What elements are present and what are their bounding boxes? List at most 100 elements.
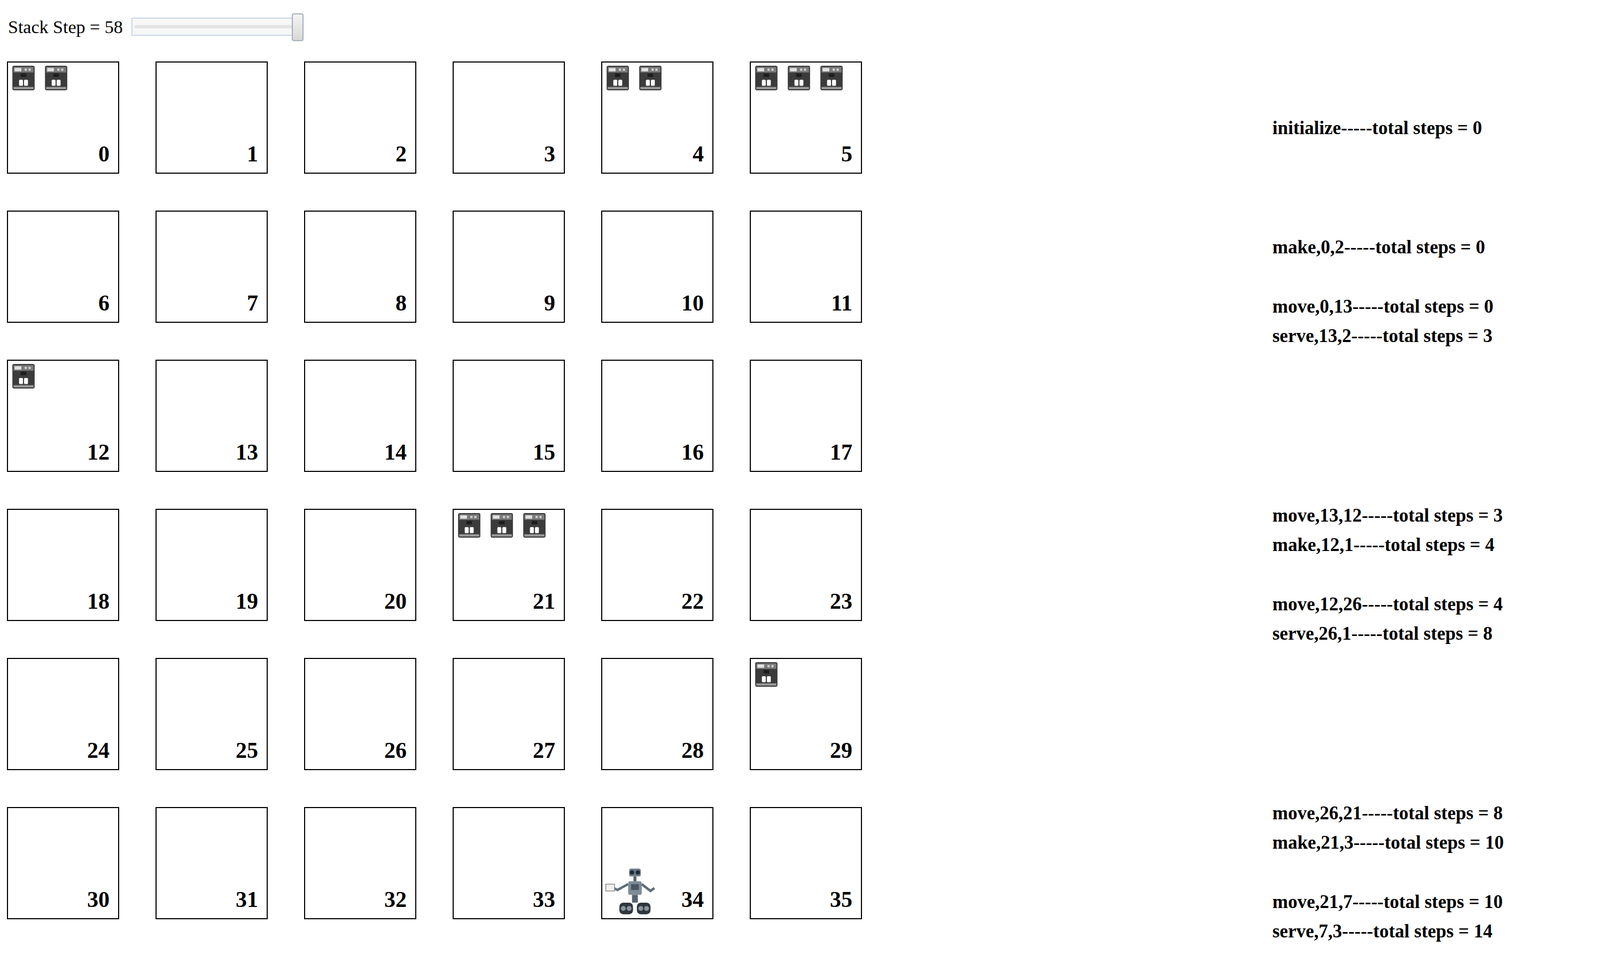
machine-row — [752, 213, 859, 241]
cell-footer: 17 — [752, 440, 859, 469]
cell-number: 6 — [98, 291, 116, 320]
cell-number: 20 — [384, 589, 414, 618]
cell-footer: 29 — [752, 739, 859, 767]
machine-row — [604, 661, 711, 688]
step-slider[interactable] — [131, 13, 304, 42]
log-line: move,12,26-----total steps = 4 — [1272, 589, 1600, 619]
machine-row — [158, 362, 265, 390]
slider-track — [131, 17, 304, 36]
cell-number: 0 — [98, 142, 116, 171]
log-line: initialize-----total steps = 0 — [1272, 113, 1600, 143]
grid-cell: 1 — [155, 61, 268, 174]
machine-row — [455, 810, 562, 837]
cell-number: 35 — [829, 888, 859, 916]
slider-label: Stack Step = 58 — [8, 17, 123, 38]
machine-row — [752, 511, 859, 539]
log-group: make,0,2-----total steps = 0move,0,13---… — [1272, 203, 1600, 501]
cell-footer: 15 — [455, 440, 562, 469]
coffee-machine-icon — [818, 64, 845, 92]
robot-icon — [602, 864, 664, 919]
cell-number: 4 — [692, 142, 711, 171]
page: Stack Step = 580123456789101112131415161… — [0, 0, 1600, 962]
cell-footer: 4 — [604, 142, 711, 171]
board-grid: 0123456789101112131415161718192021222324… — [6, 61, 866, 920]
cell-number: 18 — [87, 589, 116, 618]
grid-cell: 31 — [155, 806, 268, 920]
grid-cell: 35 — [749, 806, 862, 920]
cell-footer: 8 — [307, 291, 414, 320]
grid-cell: 29 — [749, 657, 862, 771]
grid-cell: 27 — [452, 657, 565, 771]
machine-row — [158, 810, 265, 837]
cell-number: 32 — [384, 888, 414, 916]
log-line: serve,13,2-----total steps = 3 — [1272, 321, 1600, 351]
cell-footer: 34 — [604, 864, 711, 916]
machine-row — [307, 64, 414, 92]
grid-cell: 28 — [601, 657, 714, 771]
machine-row — [10, 362, 116, 390]
cell-number: 17 — [829, 440, 859, 469]
machine-row — [752, 810, 859, 837]
grid-cell: 5 — [749, 61, 862, 174]
machine-row — [604, 362, 711, 390]
grid-cell: 23 — [749, 508, 862, 621]
cell-footer: 7 — [158, 291, 265, 320]
machine-row — [455, 362, 562, 390]
log-line: move,0,13-----total steps = 0 — [1272, 291, 1600, 322]
grid-cell: 17 — [749, 359, 862, 472]
machine-row — [10, 511, 116, 539]
cell-footer: 13 — [158, 440, 265, 469]
cell-footer: 6 — [10, 291, 116, 320]
grid-cell: 13 — [155, 359, 268, 472]
cell-footer: 33 — [455, 888, 562, 916]
log-block: move,0,13-----total steps = 0serve,13,2-… — [1272, 291, 1600, 351]
log-line: make,12,1-----total steps = 4 — [1272, 530, 1600, 560]
cell-number: 29 — [829, 739, 859, 767]
grid-cell: 4 — [601, 61, 714, 174]
machine-row — [455, 661, 562, 688]
grid-cell: 14 — [304, 359, 417, 472]
coffee-machine-icon — [521, 511, 548, 539]
grid-cell: 18 — [6, 508, 120, 621]
cell-footer: 24 — [10, 739, 116, 767]
cell-number: 3 — [544, 142, 562, 171]
cell-number: 34 — [681, 888, 711, 916]
cell-footer: 2 — [307, 142, 414, 171]
grid-cell: 2 — [304, 61, 417, 174]
log-block: move,26,21-----total steps = 8make,21,3-… — [1272, 798, 1600, 858]
grid-cell: 8 — [304, 210, 417, 323]
coffee-machine-icon — [10, 362, 37, 390]
grid-cell: 12 — [6, 359, 120, 472]
grid-cell: 34 — [601, 806, 714, 920]
cell-footer: 3 — [455, 142, 562, 171]
cell-number: 9 — [544, 291, 562, 320]
machine-row — [307, 810, 414, 837]
cell-footer: 25 — [158, 739, 265, 767]
grid-cell: 10 — [601, 210, 714, 323]
slider-thumb[interactable] — [291, 13, 304, 42]
cell-footer: 18 — [10, 589, 116, 618]
coffee-machine-icon — [10, 64, 37, 92]
machine-row — [158, 64, 265, 92]
machine-row — [604, 810, 711, 837]
cell-number: 23 — [829, 589, 859, 618]
cell-footer: 22 — [604, 589, 711, 618]
machine-row — [158, 511, 265, 539]
cell-number: 2 — [395, 142, 414, 171]
grid-cell: 0 — [6, 61, 120, 174]
cell-number: 31 — [235, 888, 265, 916]
cell-number: 12 — [87, 440, 116, 469]
cell-footer: 14 — [307, 440, 414, 469]
machine-row — [307, 511, 414, 539]
coffee-machine-icon — [785, 64, 813, 92]
log-line: make,21,3-----total steps = 10 — [1272, 827, 1600, 858]
cell-footer: 28 — [604, 739, 711, 767]
grid-cell: 19 — [155, 508, 268, 621]
grid-cell: 7 — [155, 210, 268, 323]
grid-cell: 33 — [452, 806, 565, 920]
machine-row — [10, 213, 116, 241]
grid-cell: 20 — [304, 508, 417, 621]
log-line: move,26,21-----total steps = 8 — [1272, 798, 1600, 828]
cell-footer: 0 — [10, 142, 116, 171]
grid-cell: 15 — [452, 359, 565, 472]
